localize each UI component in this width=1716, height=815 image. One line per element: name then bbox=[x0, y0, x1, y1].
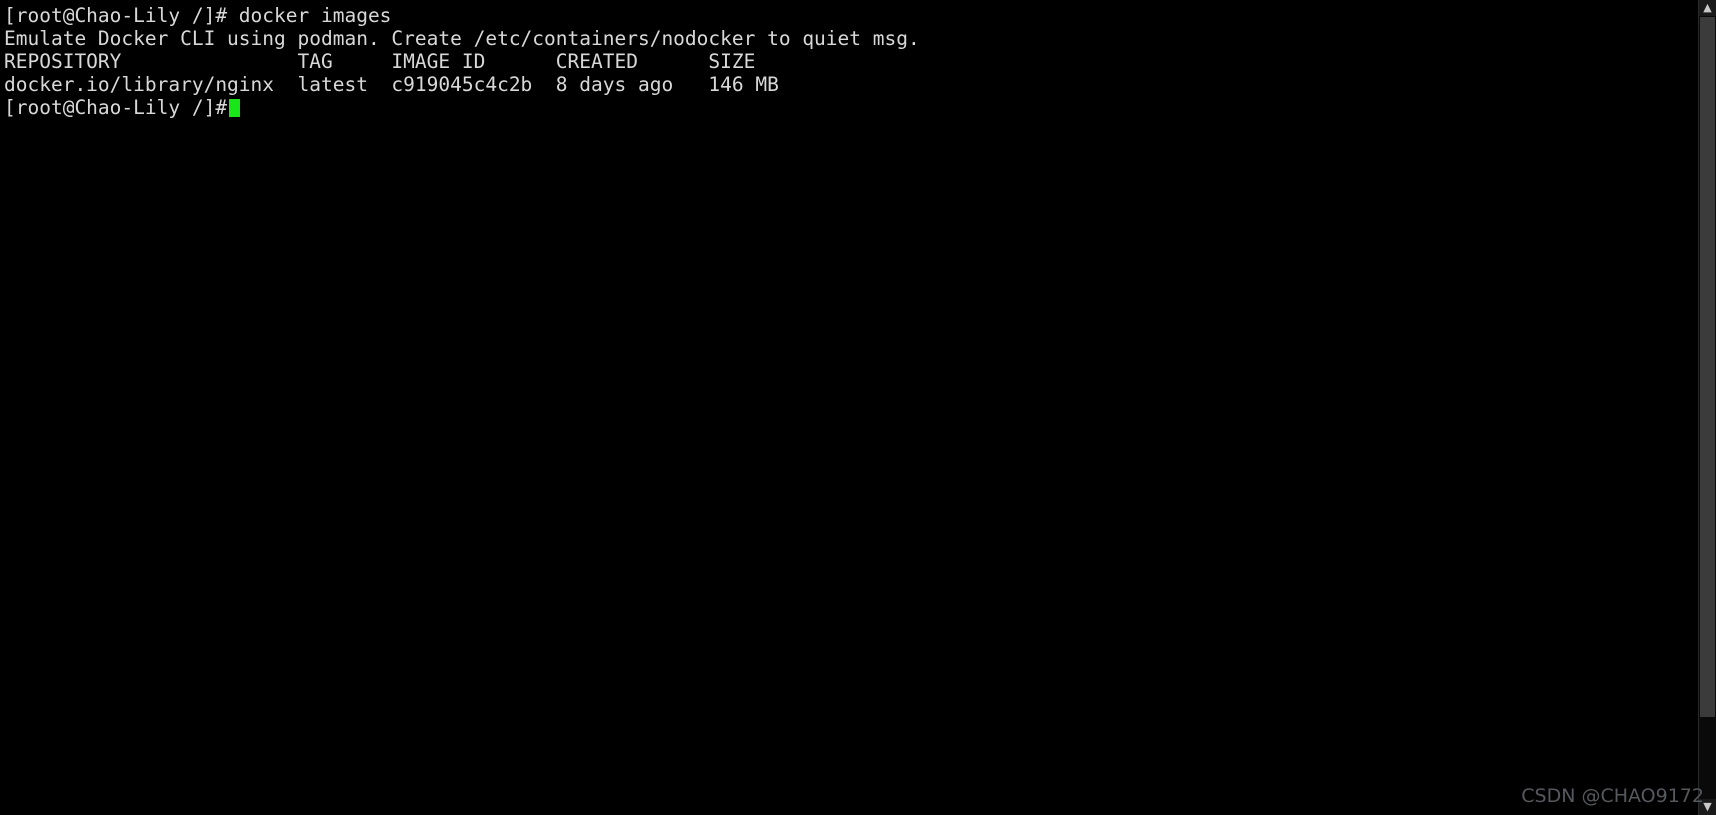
terminal-line-prompt: [root@Chao-Lily /]# bbox=[4, 96, 1690, 119]
terminal-line-command: [root@Chao-Lily /]# docker images bbox=[4, 4, 392, 27]
scroll-up-arrow-icon[interactable]: ▲ bbox=[1699, 0, 1716, 16]
scrollbar-thumb[interactable] bbox=[1700, 17, 1715, 717]
cursor-block bbox=[229, 99, 241, 117]
terminal-output-area[interactable]: [root@Chao-Lily /]# docker images Emulat… bbox=[0, 0, 1690, 815]
terminal-line-table-row: docker.io/library/nginx latest c919045c4… bbox=[4, 73, 779, 96]
terminal-window: [root@Chao-Lily /]# docker images Emulat… bbox=[0, 0, 1716, 815]
terminal-line-table-header: REPOSITORY TAG IMAGE ID CREATED SIZE bbox=[4, 50, 756, 73]
watermark-text: CSDN @CHAO9172 bbox=[1521, 785, 1704, 807]
terminal-line-notice: Emulate Docker CLI using podman. Create … bbox=[4, 27, 920, 50]
prompt-text: [root@Chao-Lily /]# bbox=[4, 96, 228, 119]
vertical-scrollbar[interactable]: ▲ ▼ bbox=[1698, 0, 1716, 815]
